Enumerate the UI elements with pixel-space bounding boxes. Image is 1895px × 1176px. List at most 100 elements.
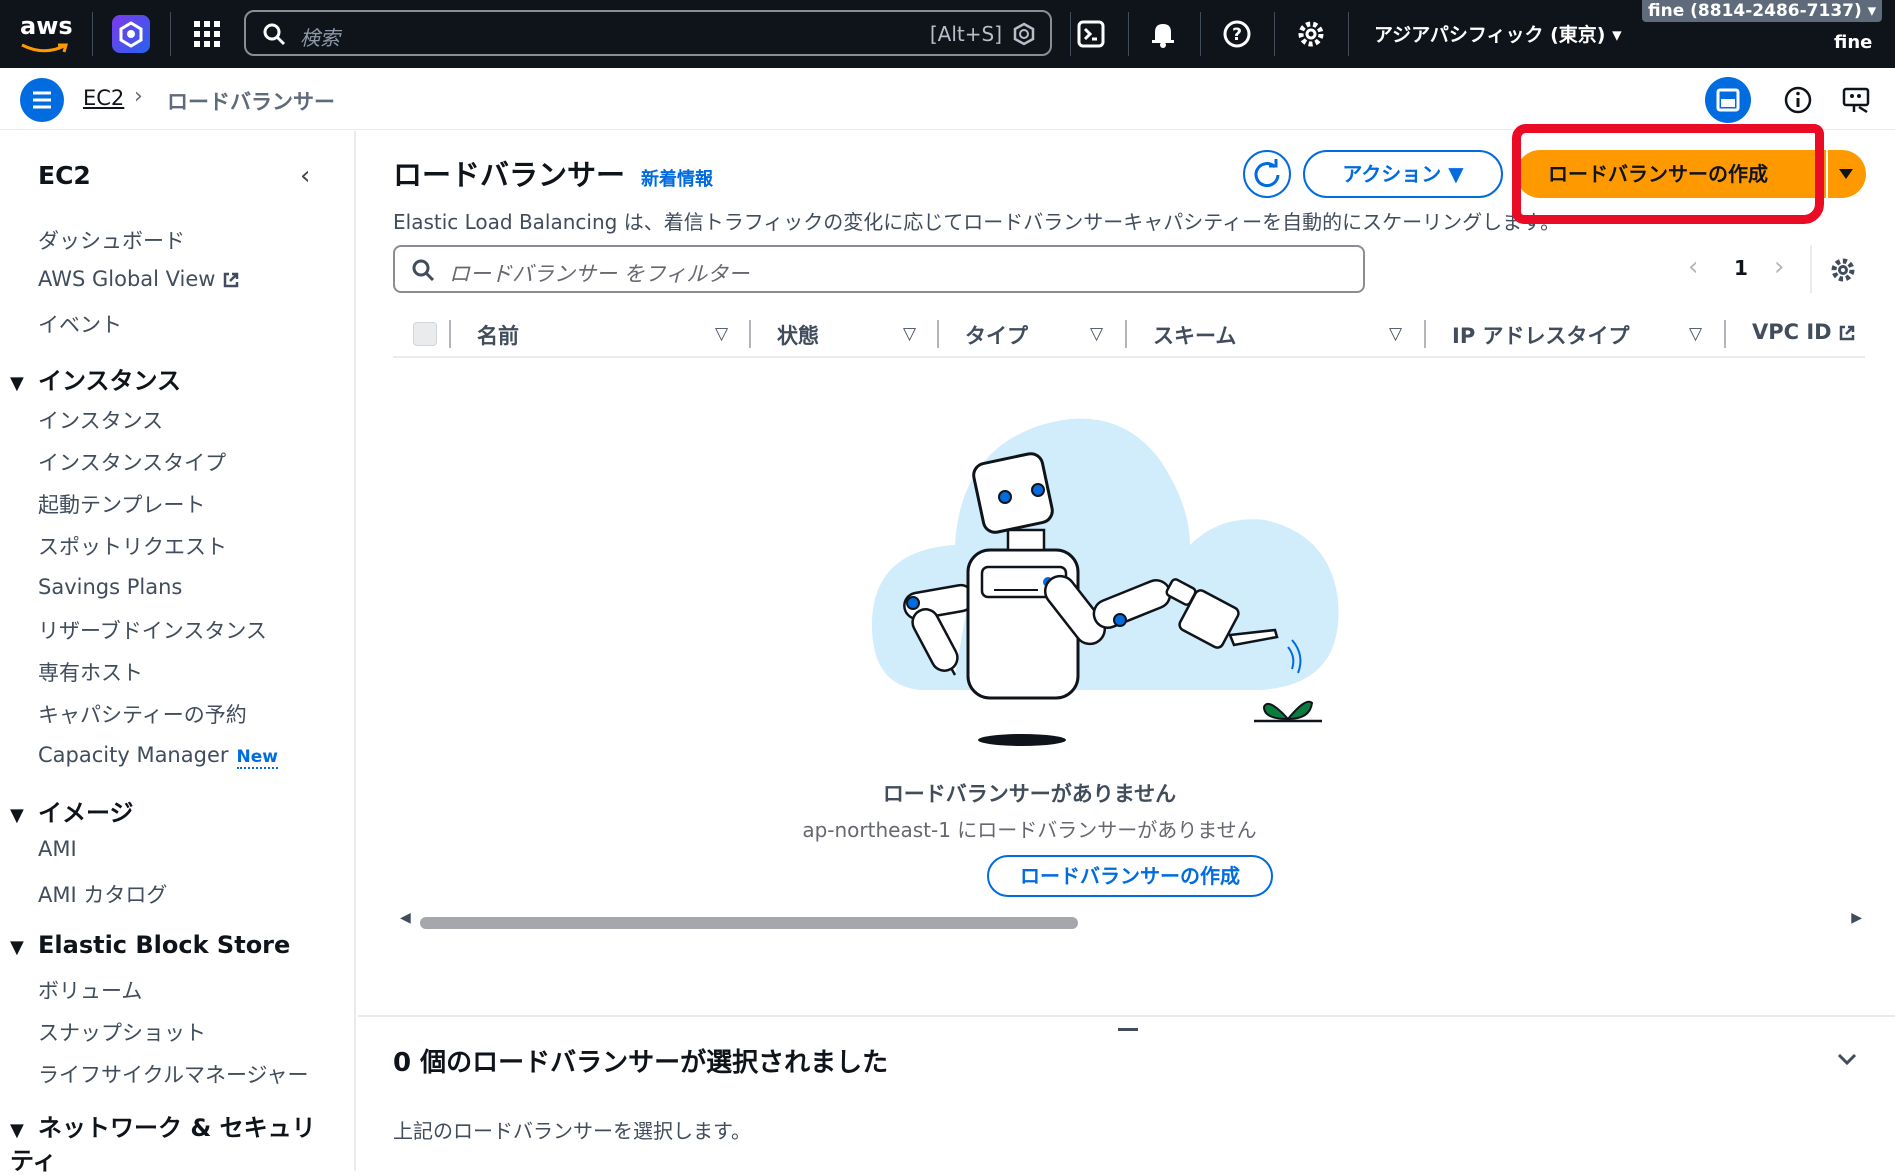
divider bbox=[92, 12, 93, 56]
caret-down-icon: ▼ bbox=[10, 373, 24, 394]
page-title: ロードバランサー bbox=[393, 158, 626, 192]
column-header-type[interactable]: タイプ bbox=[965, 320, 1028, 350]
info-link[interactable]: 新着情報 bbox=[641, 165, 713, 191]
sidebar-item-launch-templates[interactable]: 起動テンプレート bbox=[38, 489, 205, 519]
divider bbox=[1274, 12, 1275, 56]
breadcrumb-current: ロードバランサー bbox=[167, 90, 335, 114]
column-divider bbox=[449, 320, 451, 348]
divider bbox=[1128, 12, 1129, 56]
info-icon[interactable] bbox=[1782, 84, 1814, 116]
sort-icon[interactable]: ▽ bbox=[903, 324, 916, 344]
caret-down-icon bbox=[1839, 169, 1853, 179]
divider bbox=[1070, 12, 1071, 56]
actions-dropdown-button[interactable]: アクション ▼ bbox=[1303, 150, 1503, 198]
empty-state-create-button[interactable]: ロードバランサーの作成 bbox=[987, 855, 1273, 897]
refresh-icon bbox=[1254, 159, 1280, 188]
search-shortcut: [Alt+S] bbox=[929, 22, 1002, 46]
caret-down-icon: ▼ bbox=[1448, 162, 1464, 186]
search-icon bbox=[263, 23, 286, 46]
side-navigation: EC2 ‹ ダッシュボード AWS Global View イベント ▼ インスタ… bbox=[0, 131, 356, 1175]
refresh-button[interactable] bbox=[1243, 150, 1291, 198]
column-divider bbox=[1424, 320, 1426, 348]
column-divider bbox=[749, 320, 751, 348]
q-hexagon-icon bbox=[1013, 22, 1035, 46]
chevron-down-icon[interactable] bbox=[1832, 1044, 1862, 1074]
sidebar-section-ebs[interactable]: ▼ Elastic Block Store bbox=[10, 931, 290, 959]
page-description: Elastic Load Balancing は、着信トラフィックの変化に応じて… bbox=[393, 210, 1561, 234]
scrollbar-thumb[interactable] bbox=[420, 917, 1078, 929]
column-header-scheme[interactable]: スキーム bbox=[1153, 320, 1236, 350]
sidebar-item-spot-requests[interactable]: スポットリクエスト bbox=[38, 531, 227, 561]
column-divider bbox=[1724, 320, 1726, 348]
sidebar-section-instances[interactable]: ▼ インスタンス bbox=[10, 361, 181, 396]
column-header-state[interactable]: 状態 bbox=[777, 320, 819, 350]
service-cube-icon[interactable] bbox=[112, 15, 150, 53]
sidebar-item-reserved-instances[interactable]: リザーブドインスタンス bbox=[38, 615, 267, 645]
top-navigation-bar: aws 検索 [Alt+S] ? アジアパシフィック (東京) ▾ fine (… bbox=[0, 0, 1895, 68]
divider bbox=[1200, 12, 1201, 56]
help-icon[interactable]: ? bbox=[1220, 17, 1254, 51]
sort-icon[interactable]: ▽ bbox=[715, 324, 728, 344]
chevron-left-icon[interactable]: ‹ bbox=[300, 161, 310, 191]
sidebar-item-capacity-reservations[interactable]: キャパシティーの予約 bbox=[38, 699, 247, 729]
sort-icon[interactable]: ▽ bbox=[1090, 324, 1103, 344]
settings-icon[interactable] bbox=[1294, 17, 1328, 51]
robot-watering-plant-illustration bbox=[871, 418, 1339, 746]
sidebar-item-global-view[interactable]: AWS Global View bbox=[38, 267, 240, 291]
divider bbox=[1348, 12, 1349, 56]
sort-icon[interactable]: ▽ bbox=[1389, 324, 1402, 344]
split-panel-title: 0 個のロードバランサーが選択されました bbox=[393, 1048, 889, 1078]
apps-grid-icon[interactable] bbox=[192, 19, 222, 49]
global-search-input[interactable]: 検索 [Alt+S] bbox=[244, 10, 1052, 56]
chevron-left-icon[interactable]: ‹ bbox=[1688, 252, 1698, 282]
resize-handle[interactable] bbox=[1118, 1028, 1138, 1031]
region-selector[interactable]: アジアパシフィック (東京) ▾ bbox=[1374, 20, 1622, 47]
hamburger-menu-button[interactable] bbox=[20, 78, 64, 122]
split-panel-divider bbox=[358, 1015, 1895, 1017]
sidebar-section-network-security[interactable]: ▼ ネットワーク & セキュリティ bbox=[10, 1113, 330, 1176]
create-dropdown-button[interactable] bbox=[1828, 150, 1866, 198]
sort-icon[interactable]: ▽ bbox=[1689, 324, 1702, 344]
account-menu[interactable]: fine (8814-2486-7137) ▾ bbox=[1642, 0, 1883, 22]
new-badge: New bbox=[236, 747, 278, 769]
sidebar-item-instance-types[interactable]: インスタンスタイプ bbox=[38, 447, 226, 477]
search-icon bbox=[412, 259, 435, 282]
breadcrumb-ec2-link[interactable]: EC2 bbox=[83, 86, 124, 110]
sidebar-item-ami-catalog[interactable]: AMI カタログ bbox=[38, 879, 167, 909]
sidebar-item-events[interactable]: イベント bbox=[38, 309, 122, 339]
search-placeholder: 検索 bbox=[300, 26, 340, 50]
column-divider bbox=[937, 320, 939, 348]
caret-down-icon: ▼ bbox=[10, 937, 24, 958]
bell-icon[interactable] bbox=[1146, 17, 1180, 51]
empty-state-subtitle: ap-northeast-1 にロードバランサーがありません bbox=[802, 818, 1257, 842]
feedback-icon[interactable] bbox=[1840, 84, 1872, 116]
sidebar-item-snapshots[interactable]: スナップショット bbox=[38, 1017, 206, 1047]
scroll-left-icon[interactable]: ◀ bbox=[400, 910, 411, 926]
page-number[interactable]: 1 bbox=[1734, 256, 1748, 280]
sidebar-item-savings-plans[interactable]: Savings Plans bbox=[38, 575, 182, 599]
empty-state-title: ロードバランサーがありません bbox=[882, 782, 1177, 806]
sidebar-item-capacity-manager[interactable]: Capacity Manager New bbox=[38, 743, 278, 769]
column-header-ip-address-type[interactable]: IP アドレスタイプ bbox=[1452, 320, 1630, 350]
sidebar-item-volumes[interactable]: ボリューム bbox=[38, 975, 142, 1005]
svg-text:?: ? bbox=[1232, 25, 1242, 45]
caret-down-icon: ▼ bbox=[10, 1120, 24, 1141]
scroll-right-icon[interactable]: ▶ bbox=[1851, 910, 1862, 926]
divider bbox=[1810, 245, 1812, 293]
sidebar-item-dedicated-hosts[interactable]: 専有ホスト bbox=[38, 657, 143, 687]
sidebar-title[interactable]: EC2 bbox=[38, 161, 91, 190]
sidebar-item-lifecycle-manager[interactable]: ライフサイクルマネージャー bbox=[38, 1059, 308, 1089]
column-header-name[interactable]: 名前 bbox=[477, 320, 519, 350]
user-name[interactable]: fine bbox=[1834, 32, 1872, 53]
breadcrumb-bar: EC2 › ロードバランサー bbox=[0, 68, 1895, 130]
sidebar-item-instances[interactable]: インスタンス bbox=[38, 405, 163, 435]
split-panel-toggle-button[interactable] bbox=[1705, 77, 1751, 123]
settings-icon[interactable] bbox=[1828, 255, 1858, 285]
aws-logo[interactable]: aws bbox=[20, 12, 74, 56]
filter-input[interactable]: ロードバランサー をフィルター bbox=[393, 245, 1365, 293]
cloudshell-icon[interactable] bbox=[1074, 17, 1108, 51]
chevron-right-icon[interactable]: › bbox=[1774, 252, 1784, 282]
sidebar-item-dashboard[interactable]: ダッシュボード bbox=[38, 225, 185, 255]
select-all-checkbox[interactable] bbox=[413, 322, 437, 346]
column-header-vpc-id[interactable]: VPC ID bbox=[1752, 320, 1856, 344]
